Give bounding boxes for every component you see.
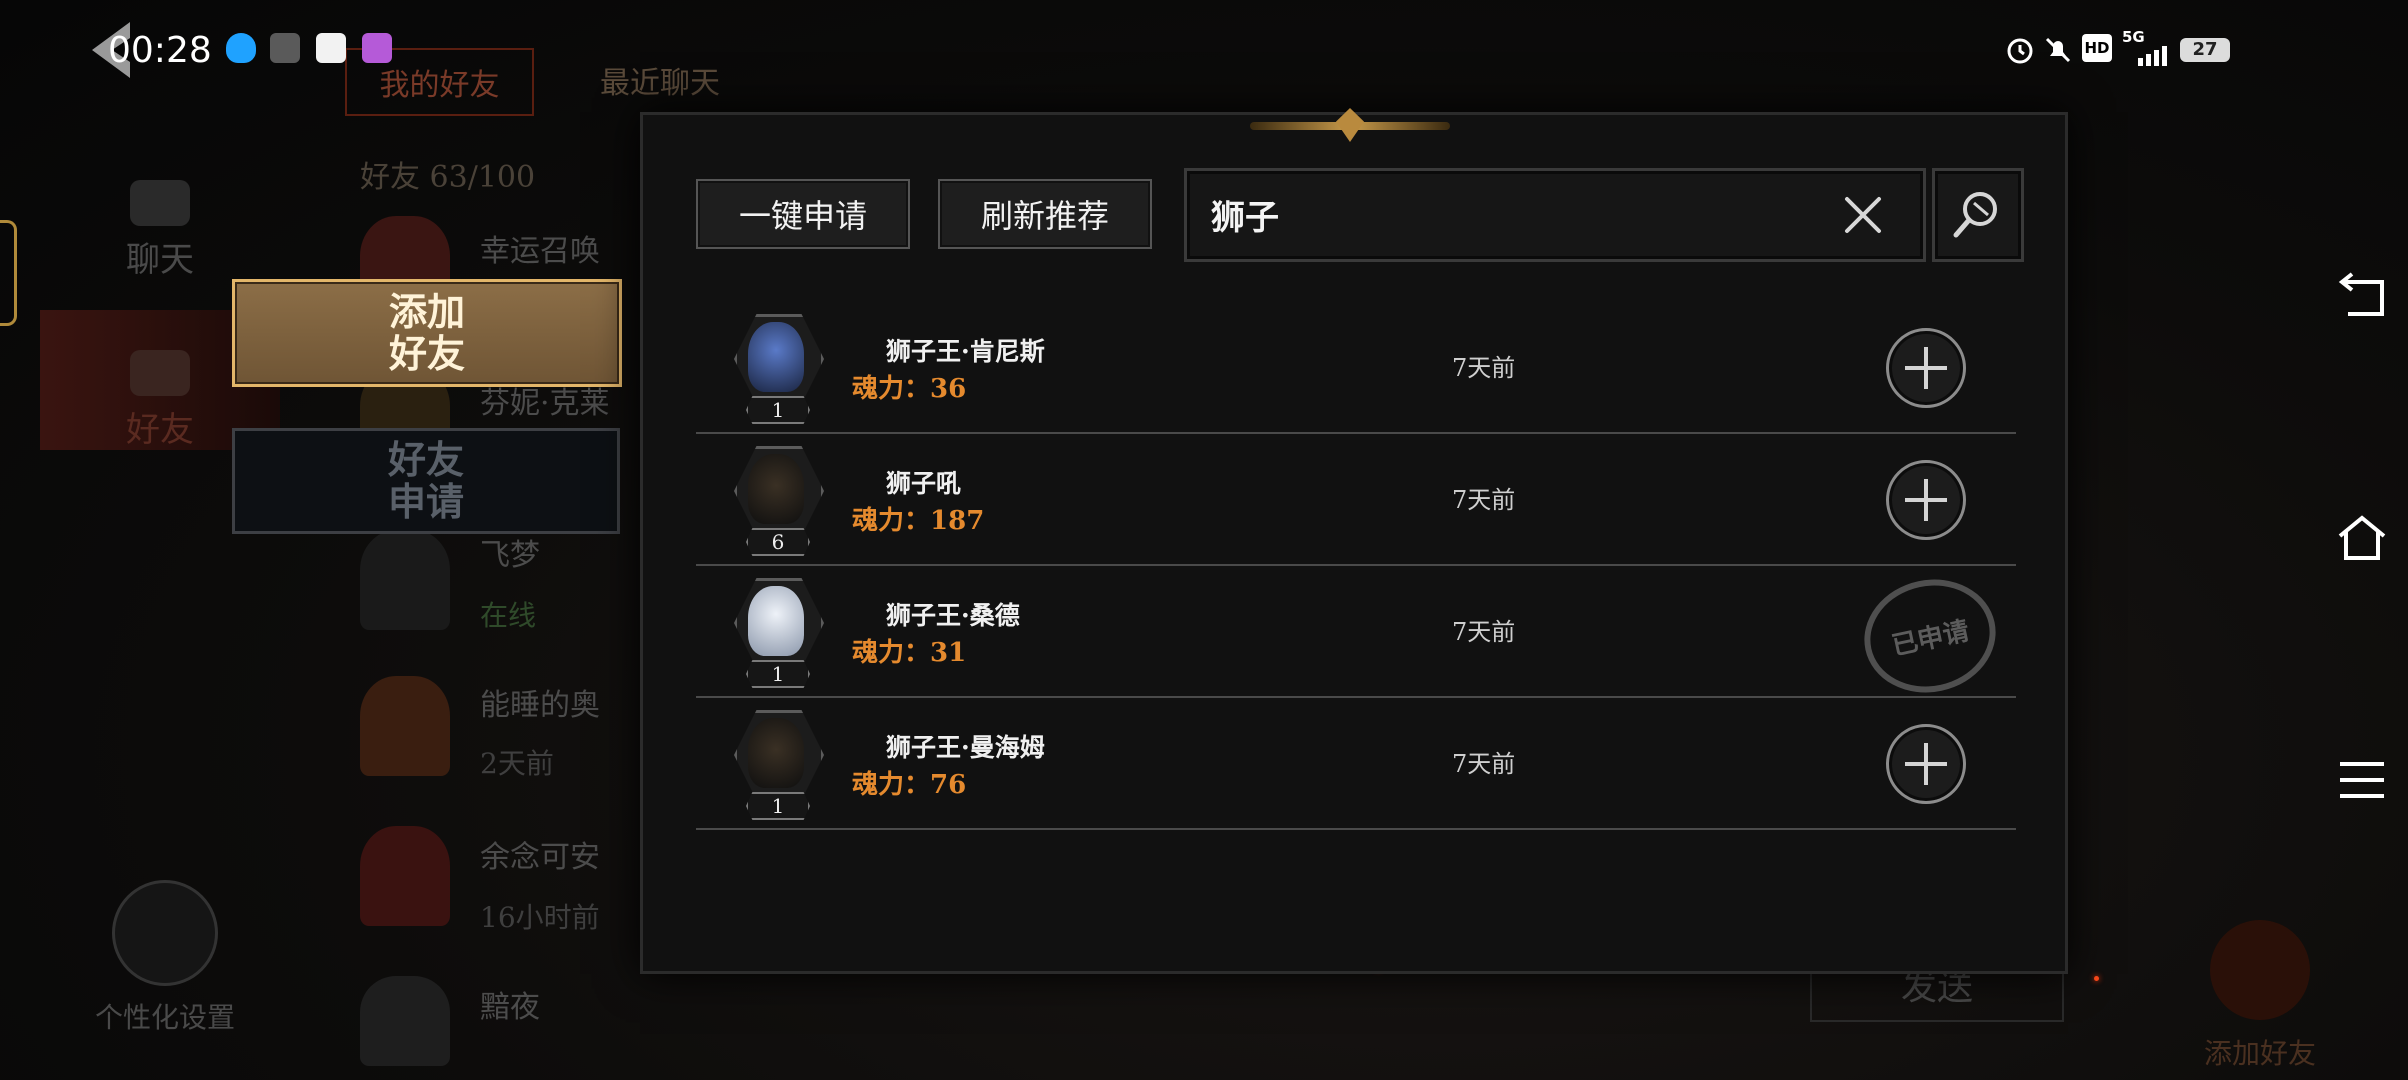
side-drawer-tab[interactable] <box>0 220 17 326</box>
search-box <box>1184 168 1926 262</box>
modal-clasp-ornament <box>1250 108 1450 142</box>
result-row: 6 狮子吼 魂力：187 7天前 <box>696 434 2016 566</box>
friend-request-label-2: 申请 <box>387 479 464 524</box>
bg-friend-row: 黯夜 <box>360 976 660 1076</box>
level-badge: 1 <box>746 792 810 820</box>
result-row: 1 狮子王·曼海姆 魂力：76 7天前 <box>696 698 2016 830</box>
friend-request-tab-button[interactable]: 好友 申请 <box>232 428 620 534</box>
player-power: 魂力：31 <box>852 638 967 668</box>
nav-home-icon[interactable] <box>2334 510 2390 566</box>
search-button[interactable] <box>1932 168 2024 262</box>
player-name: 狮子王·曼海姆 <box>886 733 1045 762</box>
last-online: 7天前 <box>1452 618 1516 646</box>
result-row: 1 狮子王·桑德 魂力：31 7天前 已申请 <box>696 566 2016 705</box>
search-input[interactable] <box>1209 185 1813 243</box>
bg-add-friend: 添加好友 <box>2190 920 2330 1072</box>
chat-icon <box>130 180 190 226</box>
player-avatar[interactable]: 1 <box>734 710 824 820</box>
personalize-settings: 个性化设置 <box>90 880 240 1036</box>
bg-friend-row: 飞梦 在线 <box>360 530 660 660</box>
nav-menu-icon[interactable] <box>2334 752 2390 808</box>
mute-icon <box>2045 37 2071 63</box>
player-power: 魂力：36 <box>852 374 967 404</box>
bg-friend-count: 好友 63/100 <box>360 160 536 195</box>
result-row: 1 狮子王·肯尼斯 魂力：36 7天前 <box>696 302 2016 434</box>
player-name: 狮子吼 <box>886 469 962 498</box>
friend-request-label-1: 好友 <box>387 437 464 482</box>
one-key-apply-button[interactable]: 一键申请 <box>696 179 910 249</box>
hd-badge: HD <box>2082 34 2112 62</box>
friends-icon <box>130 350 190 396</box>
add-icon[interactable] <box>1886 724 1966 804</box>
bg-avatar <box>360 826 450 926</box>
last-online: 7天前 <box>1452 354 1516 382</box>
bg-avatar <box>360 530 450 630</box>
bg-add-friend-label: 添加好友 <box>2203 1037 2316 1070</box>
alarm-icon <box>2007 38 2033 64</box>
add-friend-icon <box>2210 920 2310 1020</box>
add-friend-tab-button[interactable]: 添加 好友 <box>232 279 622 387</box>
app-icon <box>316 33 346 63</box>
rail-label-chat: 聊天 <box>126 240 194 280</box>
level-badge: 1 <box>746 660 810 688</box>
bg-avatar <box>360 976 450 1066</box>
signal-icon <box>2138 46 2167 66</box>
player-avatar[interactable]: 6 <box>734 446 824 556</box>
rail-label-friends: 好友 <box>126 410 194 450</box>
player-avatar[interactable]: 1 <box>734 578 824 688</box>
bg-friend-status: 2天前 <box>480 747 554 780</box>
add-icon[interactable] <box>1886 460 1966 540</box>
bg-friend-name: 黯夜 <box>480 990 540 1025</box>
bot-icon <box>362 33 392 63</box>
bg-friend-row: 能睡的奥 2天前 <box>360 676 660 806</box>
bg-friend-name: 飞梦 <box>480 538 540 573</box>
player-avatar[interactable]: 1 <box>734 314 824 424</box>
qq-icon <box>226 33 256 63</box>
player-power: 魂力：76 <box>852 770 967 800</box>
clock: 00:28 <box>108 30 212 71</box>
feather-icon <box>112 880 218 986</box>
bg-friend-name: 余念可安 <box>480 840 600 875</box>
last-online: 7天前 <box>1452 750 1516 778</box>
last-online: 7天前 <box>1452 486 1516 514</box>
refresh-recommend-button[interactable]: 刷新推荐 <box>938 179 1152 249</box>
add-friend-label-2: 好友 <box>388 331 465 376</box>
bg-friend-name: 能睡的奥 <box>480 688 600 723</box>
player-name: 狮子王·肯尼斯 <box>886 337 1045 366</box>
bg-friend-status: 在线 <box>480 599 537 632</box>
add-icon[interactable] <box>1886 328 1966 408</box>
bg-friend-row: 余念可安 16小时前 <box>360 826 660 956</box>
player-power: 魂力：187 <box>852 506 985 536</box>
bg-avatar <box>360 676 450 776</box>
nav-back-icon[interactable] <box>2334 270 2390 326</box>
battery-icon: 27 <box>2180 38 2230 62</box>
personalize-label: 个性化设置 <box>94 1001 235 1034</box>
search-icon <box>1953 192 1997 238</box>
clear-icon[interactable] <box>1837 189 1889 241</box>
player-name: 狮子王·桑德 <box>886 601 1020 630</box>
ember-particle <box>2094 976 2099 981</box>
bg-friend-status: 16小时前 <box>480 901 600 934</box>
level-badge: 6 <box>746 528 810 556</box>
add-friend-label-1: 添加 <box>388 289 465 334</box>
bg-friend-name: 幸运召唤 <box>480 234 600 269</box>
game-icon <box>270 33 300 63</box>
applied-stamp: 已申请 <box>1853 567 2007 705</box>
level-badge: 1 <box>746 396 810 424</box>
